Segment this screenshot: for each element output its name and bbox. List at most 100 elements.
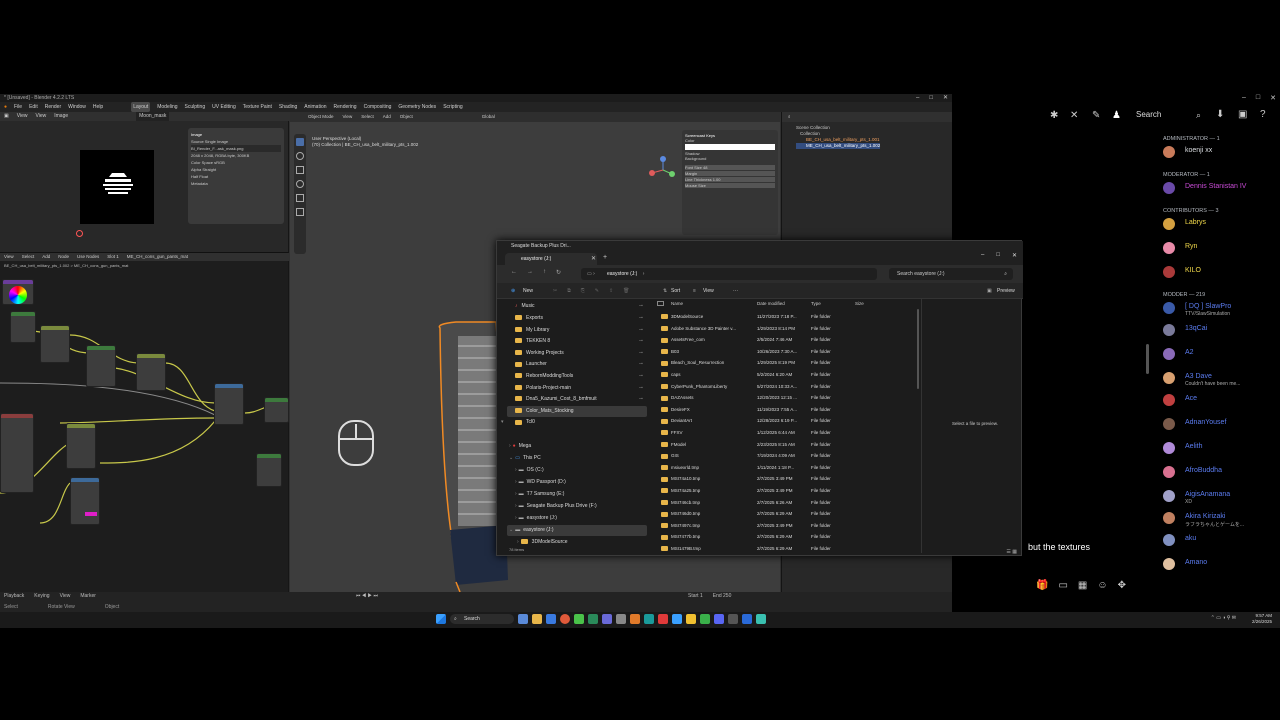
file-row[interactable]: MSI746d0.tmp 2/7/2025 6:29 AM File folder (657, 508, 919, 520)
file-row[interactable]: Bleach_Soul_Resurrection 1/29/2025 8:19 P… (657, 357, 919, 369)
avatar[interactable] (1163, 372, 1175, 384)
sticker-icon[interactable]: ▦ (1078, 580, 1087, 591)
app-icon[interactable] (574, 614, 584, 624)
expand-chevron-icon[interactable]: › (515, 467, 517, 473)
app-icon[interactable] (728, 614, 738, 624)
color-wheel-icon[interactable] (9, 286, 27, 304)
shader-node-editor[interactable]: View Select Add Node Use Nodes Slot 1 ME… (0, 252, 289, 592)
menu-render[interactable]: Render (45, 102, 61, 112)
panel-row-fontsize[interactable]: Font Size 48 (685, 165, 775, 170)
up-icon[interactable]: ↑ (543, 269, 546, 276)
view-button[interactable]: View (703, 283, 714, 299)
navigation-gizmo[interactable] (648, 155, 678, 185)
rotate-tool-icon[interactable] (296, 180, 304, 188)
app-icon[interactable] (644, 614, 654, 624)
shader-node[interactable] (40, 325, 70, 363)
close-tab-icon[interactable]: ✕ (591, 253, 596, 265)
menu-help[interactable]: Help (93, 102, 103, 112)
editor-type-icon[interactable]: ▣ (4, 112, 9, 121)
member-item[interactable]: 13qCai (1161, 324, 1279, 338)
member-item[interactable]: Aelith (1161, 442, 1279, 456)
shader-node[interactable] (136, 353, 166, 391)
avatar[interactable] (1163, 490, 1175, 502)
close-icon[interactable]: ✕ (1270, 94, 1276, 102)
panel-row-background[interactable]: Background (685, 156, 775, 161)
nav-item-easystore[interactable]: › ▬ easystore (J:) (507, 513, 647, 524)
menu-file[interactable]: File (14, 102, 22, 112)
cursor-tool-icon[interactable] (296, 152, 304, 160)
nav-item-my-library[interactable]: My Library ⊸ (507, 325, 647, 336)
nav-item-wd-passport[interactable]: › ▬ WD Passport (D:) (507, 477, 647, 488)
close-icon[interactable]: ✕ (1012, 252, 1017, 259)
maximize-icon[interactable]: □ (929, 94, 933, 102)
start-icon[interactable] (436, 614, 446, 624)
column-size[interactable]: Size (855, 299, 864, 309)
file-row[interactable]: caps 5/2/2024 6:20 AM File folder (657, 369, 919, 381)
expand-chevron-icon[interactable]: ⌄ (509, 455, 513, 461)
workspace-tab-layout[interactable]: Layout (131, 102, 151, 112)
file-row[interactable]: msiuexrld.tmp 1/11/2024 1:18 P... File fol… (657, 462, 919, 474)
file-explorer-icon[interactable] (532, 614, 542, 624)
workspace-tab-animation[interactable]: Animation (304, 102, 326, 112)
nav-item-tcl0[interactable]: Tcl0 (507, 417, 647, 428)
file-row[interactable]: DeviantArt 12/28/2023 6:19 P... File folde… (657, 415, 919, 427)
panel-row-margin[interactable]: Margin (685, 171, 775, 176)
outliner-search-icon[interactable]: ⌕ (788, 114, 791, 119)
avatar[interactable] (1163, 534, 1175, 546)
avatar[interactable] (1163, 146, 1175, 158)
scrollbar[interactable] (917, 309, 919, 389)
nav-item-polaris-project[interactable]: Polaris-Project-main ⊸ (507, 383, 647, 394)
file-row[interactable]: AssetsFree_com 2/5/2024 7:46 AM File folde… (657, 334, 919, 346)
expand-chevron-icon[interactable]: ⌄ (509, 527, 513, 533)
shader-node[interactable] (86, 345, 116, 387)
nav-item-dna5[interactable]: Dna5_Kazumi_Cost_8_bmfmuit ⊸ (507, 394, 647, 405)
maximize-icon[interactable]: □ (996, 252, 1000, 259)
help-icon[interactable]: ? (1260, 109, 1266, 120)
minimize-icon[interactable]: – (916, 94, 919, 102)
nav-item-this-pc[interactable]: ⌄ ▭ This PC (507, 453, 647, 464)
member-item[interactable]: koenji xx (1161, 146, 1279, 160)
close-icon[interactable]: ✕ (943, 94, 948, 102)
new-tab-icon[interactable]: + (603, 254, 607, 261)
explorer-tab[interactable]: easystore (J:) ✕ (505, 253, 597, 265)
search-icon[interactable]: ⌕ (1196, 110, 1201, 121)
nav-item-exports[interactable]: Exports ⊸ (507, 313, 647, 324)
workspace-tab-modeling[interactable]: Modeling (157, 102, 177, 112)
member-item[interactable]: Dennis Stanistan IV (1161, 182, 1279, 196)
column-type[interactable]: Type (811, 299, 821, 309)
avatar[interactable] (1163, 442, 1175, 454)
member-item[interactable]: [ DQ ] SlawPro TTV/SlawSimulation (1161, 302, 1279, 317)
nav-item-easystore-expanded[interactable]: ⌄ ▬ easystore (J:) (507, 525, 647, 536)
scrollbar[interactable] (1146, 344, 1149, 374)
shader-node[interactable] (66, 423, 96, 469)
menu-keying[interactable]: Keying (34, 592, 49, 601)
panel-row-filename[interactable]: BI_Render_F...ask_mask.png (191, 145, 281, 152)
select-tool-icon[interactable] (296, 138, 304, 146)
menu-view[interactable]: View (60, 592, 71, 601)
avatar[interactable] (1163, 512, 1175, 524)
menu-playback[interactable]: Playback (4, 592, 24, 601)
workspace-tab-texture-paint[interactable]: Texture Paint (243, 102, 272, 112)
path-segment[interactable]: easystore (J:) (607, 271, 637, 277)
file-row[interactable]: FFXV 1/12/2025 6:44 AM File folder (657, 427, 919, 439)
nav-item-launcher[interactable]: Launcher ⊸ (507, 359, 647, 370)
file-row[interactable]: CyberPunk_PhantomLiberty 5/27/2024 10:33 … (657, 381, 919, 393)
file-row[interactable]: GIS 7/19/2024 4:09 AM File folder (657, 450, 919, 462)
menu-view-2[interactable]: View (35, 112, 46, 121)
app-icon[interactable] (616, 614, 626, 624)
nav-item-mega[interactable]: › ● Mega (507, 441, 647, 452)
nav-item-t7-samsung[interactable]: › ▬ T7 Samsung (E:) (507, 489, 647, 500)
menu-view[interactable]: View (343, 112, 353, 122)
system-tray-icons[interactable]: ⌃ ▭ ◑ ⚲ ✉ (1211, 615, 1236, 621)
menu-image[interactable]: Image (54, 112, 68, 121)
address-bar[interactable]: ▭ › easystore (J:) › (581, 268, 877, 280)
member-item[interactable]: AigisAnamana XD (1161, 490, 1279, 505)
threads-icon[interactable]: ✱ (1050, 110, 1058, 121)
select-all-checkbox[interactable] (657, 301, 664, 306)
chrome-icon[interactable] (560, 614, 570, 624)
shader-node[interactable] (70, 477, 100, 525)
member-item[interactable]: Labrys (1161, 218, 1279, 232)
apps-icon[interactable]: ✥ (1118, 580, 1126, 591)
workspace-tab-geometry-nodes[interactable]: Geometry Nodes (398, 102, 436, 112)
mute-icon[interactable]: ✕ (1070, 110, 1078, 121)
